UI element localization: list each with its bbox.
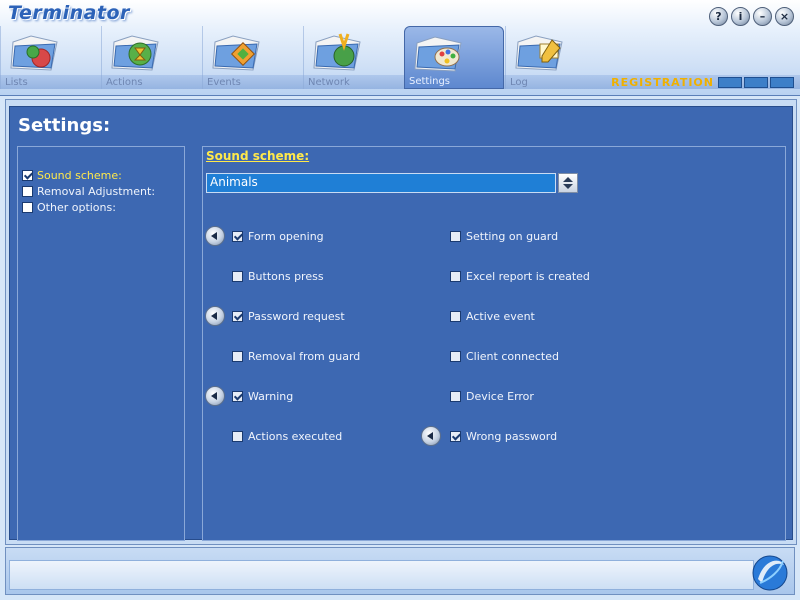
tab-label: Settings <box>409 76 451 87</box>
tab-events[interactable]: Events <box>202 26 302 89</box>
option-label: Buttons press <box>248 270 324 283</box>
registration-indicator <box>718 77 794 88</box>
option-removal-from-guard[interactable]: Removal from guard <box>232 350 360 363</box>
window-controls: ? i – × <box>709 7 794 26</box>
nav-item-label: Other options: <box>37 201 116 214</box>
nav-item-removal-adjustment[interactable]: Removal Adjustment: <box>22 185 155 198</box>
main-tabs: Lists Actions Events Network Settings Lo… <box>0 26 610 89</box>
info-button[interactable]: i <box>731 7 750 26</box>
sound-scheme-select[interactable]: Animals <box>206 173 556 193</box>
option-actions-executed[interactable]: Actions executed <box>232 430 342 443</box>
actions-folder-icon <box>111 35 159 71</box>
option-label: Actions executed <box>248 430 343 443</box>
option-label: Active event <box>466 310 535 323</box>
info-icon: i <box>738 10 743 23</box>
option-password-request[interactable]: Password request <box>232 310 345 323</box>
checkbox[interactable] <box>22 170 33 181</box>
checkbox[interactable] <box>232 271 243 282</box>
checkbox[interactable] <box>450 231 461 242</box>
tab-lists[interactable]: Lists <box>0 26 100 89</box>
chevron-up-icon <box>563 177 573 182</box>
indicator-segment <box>718 77 742 88</box>
title-bar: Terminator ? i – × Lists Actions Events … <box>0 0 800 96</box>
option-client-connected[interactable]: Client connected <box>450 350 559 363</box>
help-icon: ? <box>715 10 722 23</box>
section-title: Sound scheme: <box>206 149 310 163</box>
settings-nav-panel: Sound scheme: Removal Adjustment: Other … <box>17 146 185 541</box>
checkbox[interactable] <box>232 311 243 322</box>
status-field <box>9 560 754 590</box>
option-label: Form opening <box>248 230 324 243</box>
events-folder-icon <box>212 35 260 71</box>
checkbox[interactable] <box>232 231 243 242</box>
status-bar <box>5 547 795 595</box>
tab-label: Lists <box>5 77 28 88</box>
indicator-segment <box>744 77 768 88</box>
scheme-spin-button[interactable] <box>558 173 578 193</box>
checkbox[interactable] <box>232 351 243 362</box>
nav-item-other-options[interactable]: Other options: <box>22 201 116 214</box>
settings-folder-icon <box>414 36 462 72</box>
option-label: Client connected <box>466 350 559 363</box>
indicator-segment <box>770 77 794 88</box>
play-sound-button[interactable] <box>205 306 225 326</box>
registration-link[interactable]: REGISTRATION <box>611 76 714 89</box>
tab-label: Actions <box>106 77 143 88</box>
play-sound-button[interactable] <box>205 226 225 246</box>
help-button[interactable]: ? <box>709 7 728 26</box>
option-active-event[interactable]: Active event <box>450 310 535 323</box>
option-label: Setting on guard <box>466 230 559 243</box>
tab-settings[interactable]: Settings <box>404 26 504 89</box>
checkbox[interactable] <box>450 271 461 282</box>
option-label: Warning <box>248 390 294 403</box>
close-icon: × <box>779 10 790 23</box>
chevron-down-icon <box>563 184 573 189</box>
tab-label: Network <box>308 77 350 88</box>
option-label: Wrong password <box>466 430 558 443</box>
option-label: Device Error <box>466 390 534 403</box>
tab-label: Log <box>510 77 528 88</box>
log-folder-icon <box>515 35 563 71</box>
option-excel-report[interactable]: Excel report is created <box>450 270 590 283</box>
app-logo-icon <box>752 555 788 591</box>
checkbox[interactable] <box>450 351 461 362</box>
tab-actions[interactable]: Actions <box>101 26 201 89</box>
checkbox[interactable] <box>450 311 461 322</box>
option-wrong-password[interactable]: Wrong password <box>450 430 557 443</box>
checkbox[interactable] <box>450 431 461 442</box>
option-device-error[interactable]: Device Error <box>450 390 534 403</box>
checkbox[interactable] <box>22 202 33 213</box>
checkbox[interactable] <box>232 431 243 442</box>
option-form-opening[interactable]: Form opening <box>232 230 324 243</box>
minimize-button[interactable]: – <box>753 7 772 26</box>
nav-item-label: Removal Adjustment: <box>37 185 156 198</box>
option-warning[interactable]: Warning <box>232 390 293 403</box>
play-sound-button[interactable] <box>205 386 225 406</box>
tab-label: Events <box>207 77 241 88</box>
option-label: Password request <box>248 310 345 323</box>
option-label: Excel report is created <box>466 270 590 283</box>
checkbox[interactable] <box>22 186 33 197</box>
nav-item-sound-scheme[interactable]: Sound scheme: <box>22 169 122 182</box>
checkbox[interactable] <box>450 391 461 402</box>
checkbox[interactable] <box>232 391 243 402</box>
main-area: Settings: Sound scheme: Removal Adjustme… <box>5 99 797 545</box>
option-buttons-press[interactable]: Buttons press <box>232 270 324 283</box>
option-setting-on-guard[interactable]: Setting on guard <box>450 230 558 243</box>
tab-log[interactable]: Log <box>505 26 605 89</box>
play-sound-button[interactable] <box>421 426 441 446</box>
minimize-icon: – <box>759 10 766 23</box>
tab-network[interactable]: Network <box>303 26 403 89</box>
sound-scheme-panel: Sound scheme: Animals Form opening Setti… <box>202 146 786 541</box>
lists-folder-icon <box>10 35 58 71</box>
settings-frame: Settings: Sound scheme: Removal Adjustme… <box>9 106 793 541</box>
nav-item-label: Sound scheme: <box>37 169 122 182</box>
close-button[interactable]: × <box>775 7 794 26</box>
option-label: Removal from guard <box>248 350 361 363</box>
page-title: Settings: <box>18 115 111 136</box>
network-folder-icon <box>313 33 361 71</box>
app-title: Terminator <box>8 2 130 24</box>
